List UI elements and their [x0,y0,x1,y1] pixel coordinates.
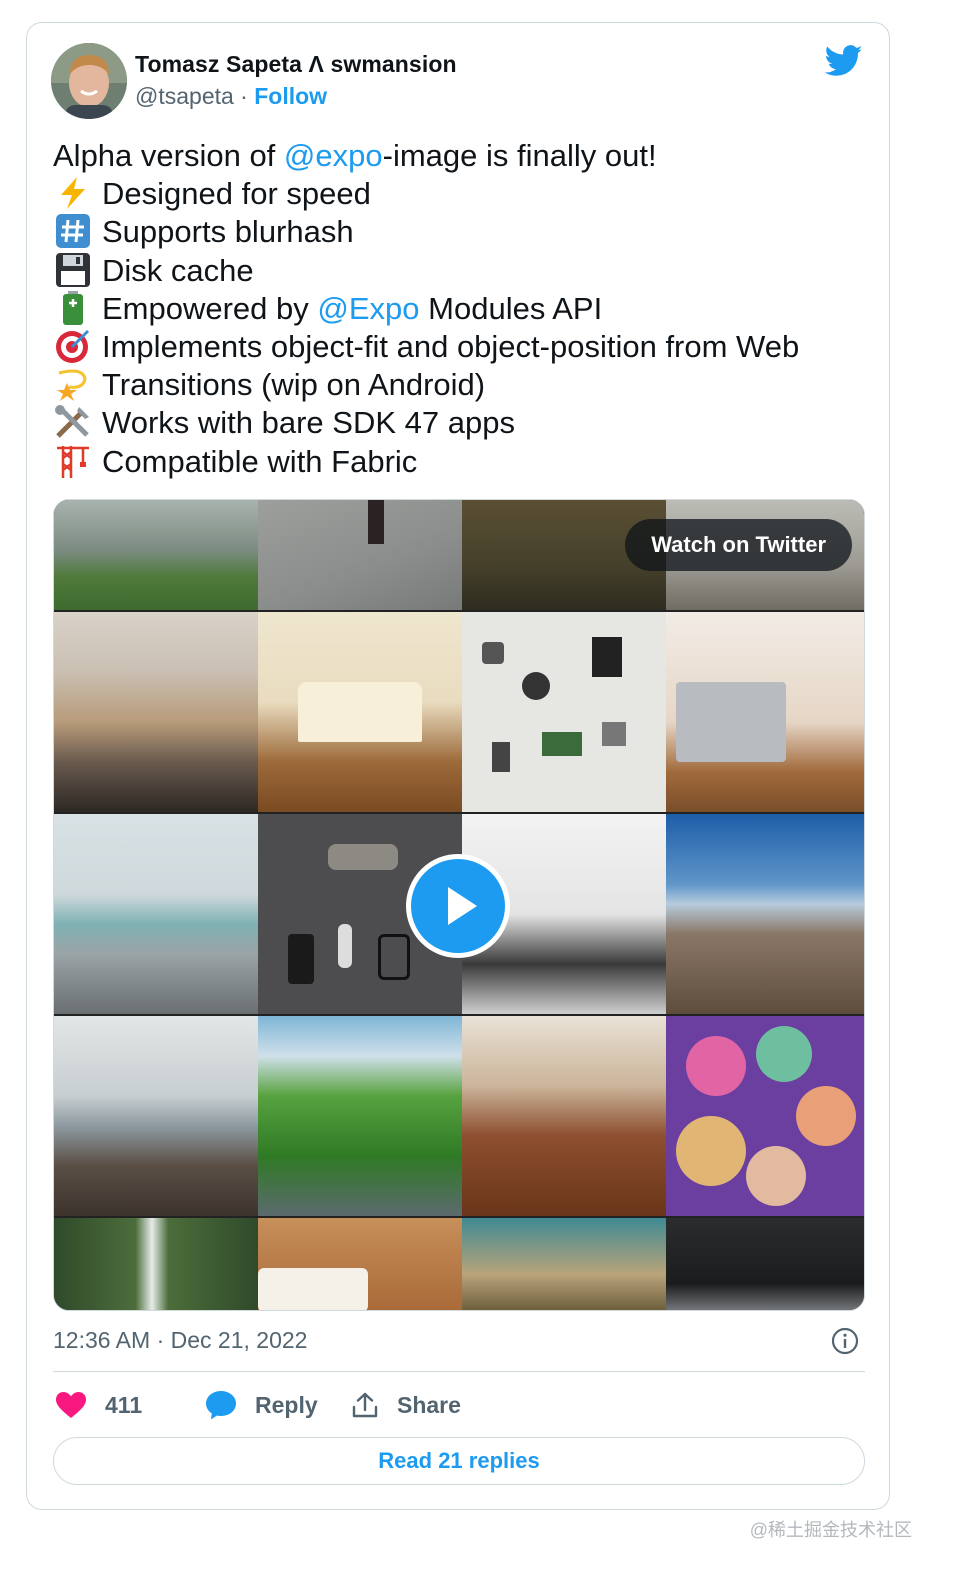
feature-line: Works with bare SDK 47 apps [53,404,873,442]
video-preview[interactable]: Watch on Twitter [53,499,865,1311]
heart-icon [56,1392,86,1418]
feature-line: Empowered by @Expo Modules API [53,290,873,328]
photo-bokeh-lights [666,1016,864,1216]
hash-icon [56,214,90,249]
photo-pebble-beach [54,814,258,1014]
feature-text: Supports blurhash [102,214,354,250]
feature-text: Designed for speed [102,176,371,212]
photo-walking-street [258,500,462,610]
watch-on-twitter-button[interactable]: Watch on Twitter [625,519,852,571]
feature-line: Transitions (wip on Android) [53,366,873,404]
battery-icon [63,290,83,325]
photo-old-car [462,1218,666,1310]
feature-line: Implements object-fit and object-positio… [53,328,873,366]
intro-text-after: -image is finally out! [382,138,657,173]
share-button[interactable]: Share [351,1385,461,1425]
reply-button[interactable]: Reply [205,1385,318,1425]
photo-coastal-rocks [54,1016,258,1216]
crane-icon [57,445,89,478]
author-handle[interactable]: @tsapeta [135,83,234,109]
play-icon [448,887,477,925]
like-button[interactable]: 411 [55,1385,142,1425]
tweet-card: Tomasz Sapeta Λ swmansion @tsapeta · Fol… [26,22,890,1510]
share-icon [352,1392,378,1418]
photo-cafe-table [462,1016,666,1216]
tweet-text: Alpha version of @expo-image is finally … [53,137,873,481]
like-count: 411 [105,1391,143,1418]
target-icon [56,329,90,364]
feature-text: Disk cache [102,252,254,288]
twitter-bird-icon[interactable] [825,45,863,77]
feature-line: Compatible with Fabric [53,443,873,481]
author-meta: @tsapeta · Follow [135,83,327,110]
photo-camera-parts [462,612,666,812]
divider [53,1371,865,1372]
reply-label: Reply [255,1391,318,1418]
watermark: @稀土掘金技术社区 [749,1520,912,1540]
author-name[interactable]: Tomasz Sapeta Λ swmansion [135,51,457,78]
mention-link[interactable]: @Expo [317,291,419,326]
share-label: Share [397,1391,461,1418]
photo-wooden-deck [666,814,864,1014]
tweet-timestamp[interactable]: 12:36 AM · Dec 21, 2022 [53,1327,307,1354]
feature-line: Supports blurhash [53,213,873,251]
feature-text: Modules API [419,290,603,326]
photo-laptop-desk [666,612,864,812]
lightning-icon [61,177,85,210]
photo-dark-monitor [666,1218,864,1310]
play-button[interactable] [406,854,510,958]
speech-bubble-icon [206,1391,236,1420]
photo-river-meadow [54,500,258,610]
photo-open-book [258,612,462,812]
read-replies-button[interactable]: Read 21 replies [53,1437,865,1485]
feature-text: Compatible with Fabric [102,443,418,479]
mention-link[interactable]: @expo [284,138,383,173]
feature-text: Implements object-fit and object-positio… [102,329,800,365]
feature-line: Designed for speed [53,175,873,213]
photo-rocky-beach [54,612,258,812]
photo-forest-river [258,1016,462,1216]
photo-coffee-mug [258,1218,462,1310]
feature-line: Disk cache [53,252,873,290]
tweet-intro-line: Alpha version of @expo-image is finally … [53,137,873,175]
avatar[interactable] [51,43,127,119]
photo-waterfall [54,1218,258,1310]
dizzy-star-icon [57,369,87,402]
follow-link[interactable]: Follow [254,83,327,109]
tools-icon [55,405,89,439]
feature-text: Works with bare SDK 47 apps [102,405,515,441]
info-icon[interactable] [831,1327,859,1355]
floppy-disk-icon [56,252,90,287]
feature-text: Transitions (wip on Android) [102,367,486,403]
intro-text-before: Alpha version of [53,138,284,173]
meta-separator: · [233,83,255,109]
feature-text: Empowered by [102,290,318,326]
